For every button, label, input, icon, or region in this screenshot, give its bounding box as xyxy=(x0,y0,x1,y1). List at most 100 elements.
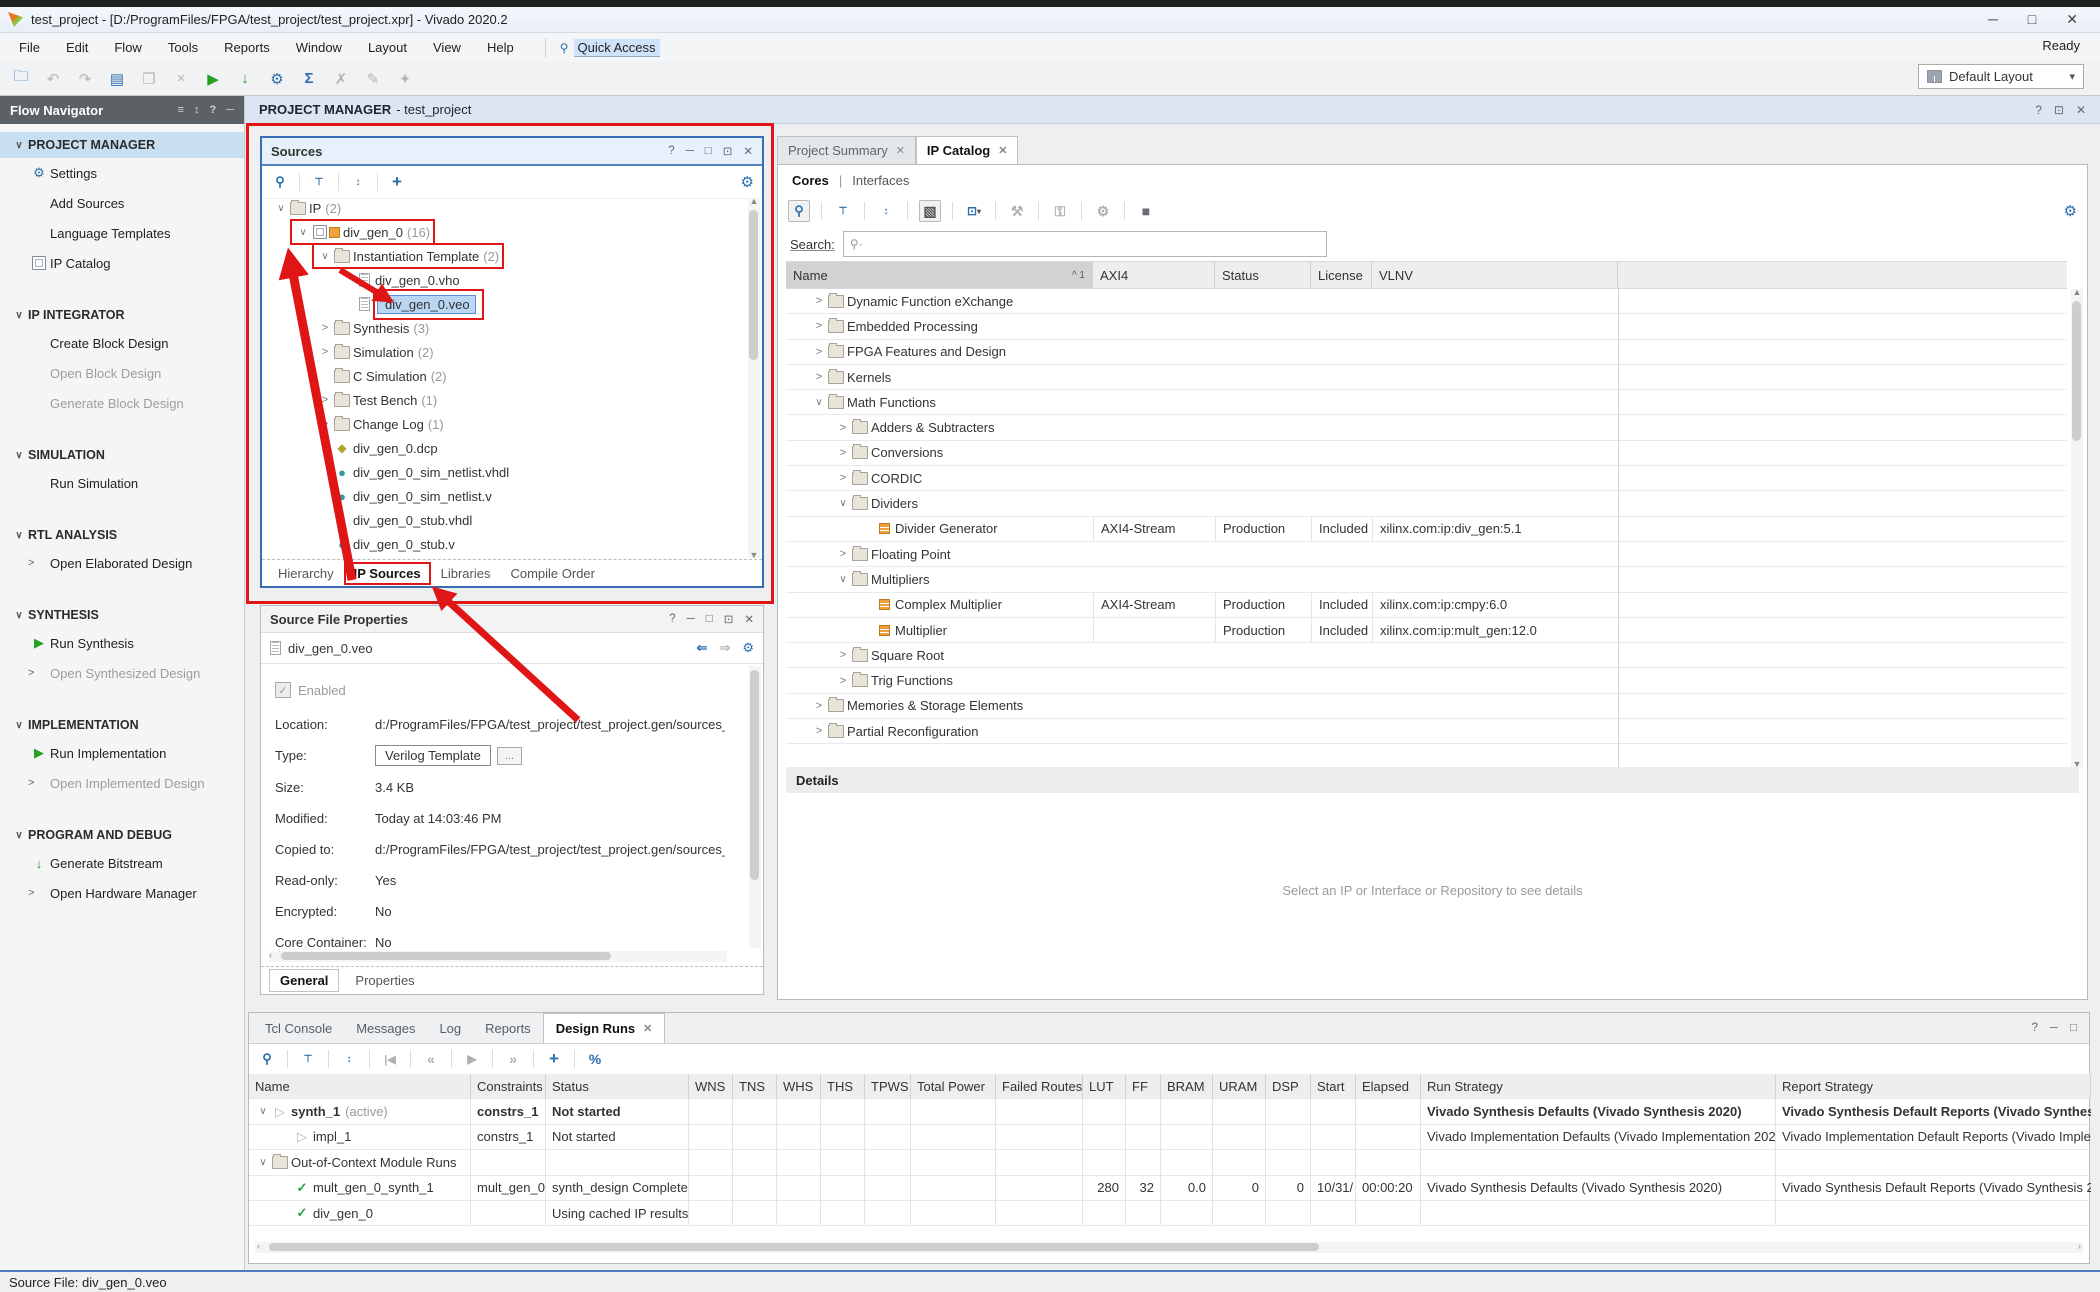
float-icon[interactable]: ⊡ xyxy=(723,144,733,158)
column-header-start[interactable]: Start xyxy=(1311,1074,1356,1098)
catalog-row-embedded-processing[interactable]: >Embedded Processing xyxy=(786,314,2067,339)
group-by-hierarchy-icon[interactable]: ⊡▾ xyxy=(964,201,984,221)
catalog-row-trig-functions[interactable]: >Trig Functions xyxy=(786,668,2067,693)
quick-access-search[interactable]: ⚲ Quick Access xyxy=(545,38,660,58)
copy-button[interactable]: ❐ xyxy=(138,68,160,90)
column-header-whs[interactable]: WHS xyxy=(777,1074,821,1098)
sidebar-section-project-manager[interactable]: ∨PROJECT MANAGER xyxy=(0,132,244,158)
delete-button[interactable]: × xyxy=(170,68,192,90)
tree-chevron-icon[interactable]: > xyxy=(835,472,851,484)
tree-item-div-gen-0[interactable]: ∨div_gen_0(16) xyxy=(262,220,746,244)
chevron-right-icon[interactable]: > xyxy=(28,777,42,789)
catalog-row-adders-subtracters[interactable]: >Adders & Subtracters xyxy=(786,415,2067,440)
collapse-all-icon[interactable]: ⊤ xyxy=(309,172,329,192)
tab-messages[interactable]: Messages xyxy=(344,1014,427,1043)
sidebar-item-open-synthesized-design[interactable]: >Open Synthesized Design xyxy=(0,658,244,688)
column-header-uram[interactable]: URAM xyxy=(1213,1074,1266,1098)
enabled-checkbox[interactable]: ✓ xyxy=(275,682,291,698)
float-icon[interactable]: ⊡ xyxy=(724,612,734,626)
tab-properties[interactable]: Properties xyxy=(345,970,424,991)
license-key-icon[interactable]: ⚿ xyxy=(1050,201,1070,221)
help-icon[interactable]: ? xyxy=(2031,1022,2037,1034)
tree-chevron-icon[interactable]: > xyxy=(811,700,827,712)
maximize-icon[interactable]: □ xyxy=(2070,1022,2077,1034)
tree-chevron-icon[interactable]: ∨ xyxy=(273,203,289,214)
catalog-row-floating-point[interactable]: >Floating Point xyxy=(786,542,2067,567)
tree-chevron-icon[interactable]: ∨ xyxy=(255,1157,271,1168)
catalog-row-memories-storage-elements[interactable]: >Memories & Storage Elements xyxy=(786,694,2067,719)
tree-item-change-log[interactable]: >Change Log(1) xyxy=(262,412,746,436)
sidebar-item-create-block-design[interactable]: Create Block Design xyxy=(0,328,244,358)
sidebar-section-rtl-analysis[interactable]: ∨RTL ANALYSIS xyxy=(0,522,244,548)
add-sources-button[interactable]: + xyxy=(387,172,407,192)
next-run-icon[interactable]: » xyxy=(503,1049,523,1069)
column-header-failed-routes[interactable]: Failed Routes xyxy=(996,1074,1083,1098)
tab-ip-sources[interactable]: IP Sources xyxy=(346,564,429,583)
report-button[interactable]: ▤ xyxy=(106,68,128,90)
menu-item-flow[interactable]: Flow xyxy=(101,36,154,59)
sidebar-item-settings[interactable]: ⚙Settings xyxy=(0,158,244,188)
sidebar-item-open-hardware-manager[interactable]: >Open Hardware Manager xyxy=(0,878,244,908)
catalog-row-square-root[interactable]: >Square Root xyxy=(786,643,2067,668)
maximize-icon[interactable]: □ xyxy=(705,145,712,157)
run-button[interactable]: ▶ xyxy=(202,68,224,90)
sidebar-item-open-elaborated-design[interactable]: >Open Elaborated Design xyxy=(0,548,244,578)
sidebar-section-program-and-debug[interactable]: ∨PROGRAM AND DEBUG xyxy=(0,822,244,848)
tree-item-synthesis[interactable]: >Synthesis(3) xyxy=(262,316,746,340)
catalog-row-complex-multiplier[interactable]: Complex MultiplierAXI4-StreamProductionI… xyxy=(786,593,2067,618)
tree-item-ip[interactable]: ∨IP(2) xyxy=(262,196,746,220)
tree-item-simulation[interactable]: >Simulation(2) xyxy=(262,340,746,364)
tab-design-runs[interactable]: Design Runs✕ xyxy=(543,1013,666,1043)
column-header-bram[interactable]: BRAM xyxy=(1161,1074,1213,1098)
tree-chevron-icon[interactable]: > xyxy=(811,346,827,358)
subtab-interfaces[interactable]: Interfaces xyxy=(852,173,909,188)
layout-selector[interactable]: Default Layout ▾ xyxy=(1918,64,2084,89)
undo-button[interactable]: ↶ xyxy=(42,68,64,90)
subtab-cores[interactable]: Cores xyxy=(792,173,829,188)
tab-compile-order[interactable]: Compile Order xyxy=(502,564,603,583)
redo-button[interactable]: ↷ xyxy=(74,68,96,90)
close-icon[interactable]: ✕ xyxy=(743,144,753,158)
menu-item-tools[interactable]: Tools xyxy=(155,36,211,59)
expand-collapse-icon[interactable]: ↕ xyxy=(194,104,200,116)
sidebar-section-implementation[interactable]: ∨IMPLEMENTATION xyxy=(0,712,244,738)
column-header-ths[interactable]: THS xyxy=(821,1074,865,1098)
run-row-div-gen-0[interactable]: ✓div_gen_0Using cached IP results xyxy=(249,1201,2089,1226)
catalog-row-partial-reconfiguration[interactable]: >Partial Reconfiguration xyxy=(786,719,2067,744)
menu-item-file[interactable]: File xyxy=(6,36,53,59)
catalog-row-cordic[interactable]: >CORDIC xyxy=(786,466,2067,491)
runs-hscrollbar[interactable]: ‹ › xyxy=(255,1242,2083,1253)
run-row-synth-1[interactable]: ∨▷synth_1(active)constrs_1Not startedViv… xyxy=(249,1099,2089,1124)
tree-item-div-gen-0-dcp[interactable]: ◆div_gen_0.dcp xyxy=(262,436,746,460)
menu-item-layout[interactable]: Layout xyxy=(355,36,420,59)
collapse-all-icon[interactable]: ⊤ xyxy=(833,201,853,221)
filter-incompatible-icon[interactable]: ▧ xyxy=(919,200,941,222)
expand-all-icon[interactable]: ↕ xyxy=(348,172,368,192)
menu-item-view[interactable]: View xyxy=(420,36,474,59)
sidebar-item-generate-bitstream[interactable]: ↓Generate Bitstream xyxy=(0,848,244,878)
collapse-all-icon[interactable]: ⊤ xyxy=(298,1049,318,1069)
column-header-name[interactable]: Name xyxy=(249,1074,471,1098)
column-header-report-strategy[interactable]: Report Strategy xyxy=(1776,1074,2091,1098)
column-header-ff[interactable]: FF xyxy=(1126,1074,1161,1098)
tab-ip-catalog[interactable]: IP Catalog✕ xyxy=(916,136,1019,164)
catalog-row-multiplier[interactable]: MultiplierProductionIncludedxilinx.com:i… xyxy=(786,618,2067,643)
sidebar-item-language-templates[interactable]: Language Templates xyxy=(0,218,244,248)
help-icon[interactable]: ? xyxy=(669,613,675,625)
float-icon[interactable]: ⊡ xyxy=(2054,103,2064,117)
tree-item-instantiation-template[interactable]: ∨Instantiation Template(2) xyxy=(262,244,746,268)
column-header-elapsed[interactable]: Elapsed xyxy=(1356,1074,1421,1098)
chevron-right-icon[interactable]: > xyxy=(28,557,42,569)
catalog-row-math-functions[interactable]: ∨Math Functions xyxy=(786,390,2067,415)
catalog-row-multipliers[interactable]: ∨Multipliers xyxy=(786,567,2067,592)
minimize-icon[interactable]: ─ xyxy=(687,613,695,625)
type-dropdown-button[interactable]: Verilog Template xyxy=(375,745,491,766)
column-header-tpws[interactable]: TPWS xyxy=(865,1074,911,1098)
ip-search-field[interactable] xyxy=(867,236,1320,253)
tree-item-test-bench[interactable]: >Test Bench(1) xyxy=(262,388,746,412)
close-icon[interactable]: ✕ xyxy=(2076,103,2086,117)
close-button[interactable]: ✕ xyxy=(2066,11,2078,28)
column-header-license[interactable]: License xyxy=(1311,262,1372,288)
percent-icon[interactable]: % xyxy=(585,1049,605,1069)
tree-chevron-icon[interactable]: ∨ xyxy=(255,1106,271,1117)
